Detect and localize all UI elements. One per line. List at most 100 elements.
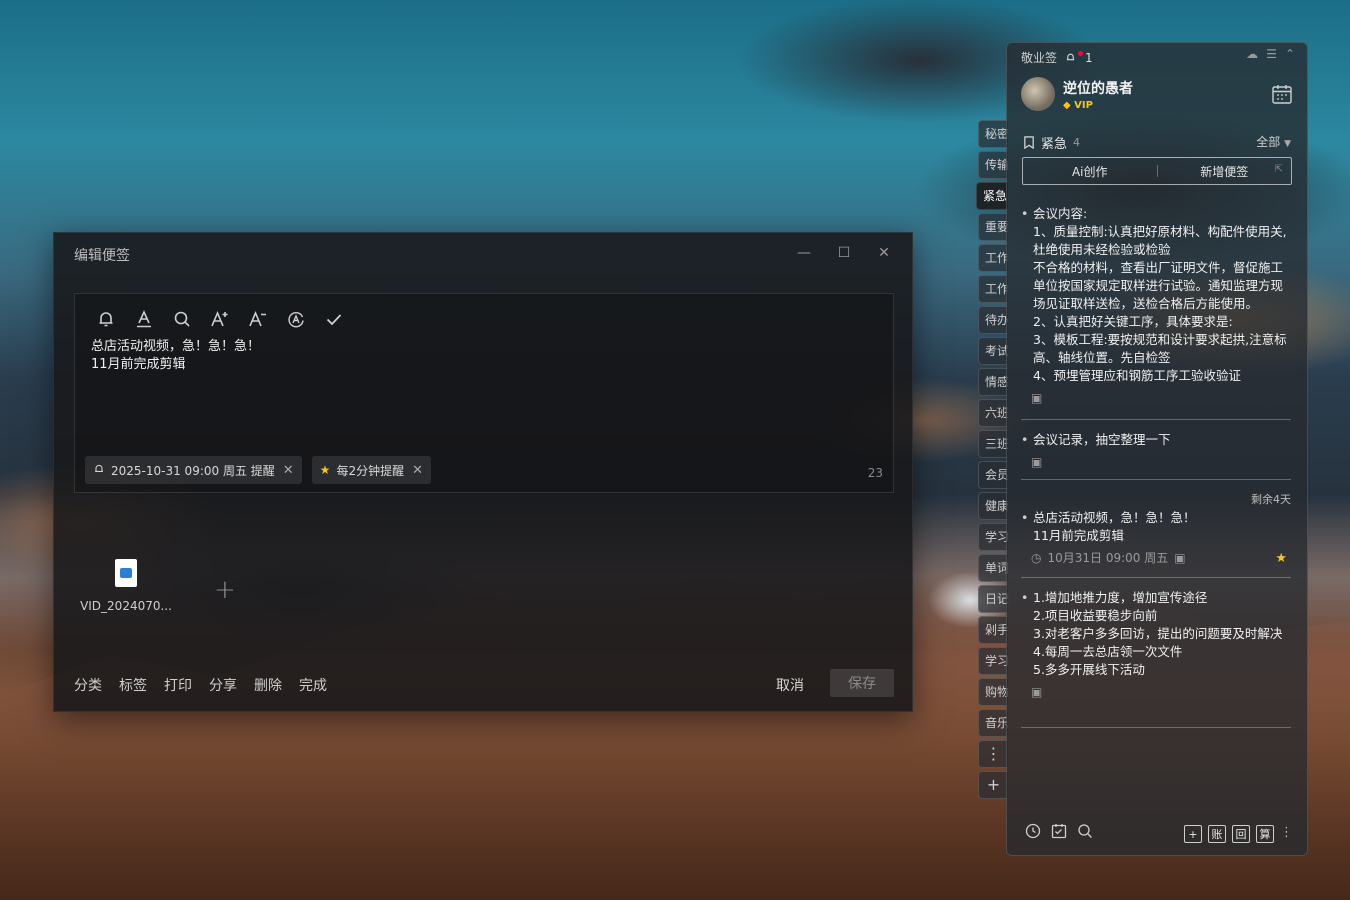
save-button[interactable]: 保存 (830, 669, 894, 697)
note-meta: ▣ (1021, 453, 1293, 471)
category-tab[interactable]: 六班 (978, 399, 1008, 427)
video-file-icon (115, 559, 137, 587)
note-content[interactable]: 总店活动视频，急！急！急！ 11月前完成剪辑 (91, 338, 260, 374)
cancel-button[interactable]: 取消 (776, 675, 804, 695)
note-lock-icon: ▣ (1174, 551, 1186, 565)
category-tab[interactable]: 单词 (978, 554, 1008, 582)
ai-text-icon[interactable] (283, 306, 309, 332)
search-icon[interactable] (169, 306, 195, 332)
category-tab[interactable]: 学习 (978, 523, 1008, 551)
caret-down-icon: ▼ (1284, 139, 1291, 149)
filter-label: 全部 (1256, 135, 1281, 149)
menu-icon[interactable]: ☰ (1266, 47, 1277, 61)
collapse-icon[interactable]: ⌃ (1285, 47, 1295, 61)
tag-button[interactable]: 标签 (119, 675, 147, 695)
ai-create-button[interactable]: Ai创作 (1023, 163, 1157, 180)
cloud-sync-icon[interactable]: ☁ (1246, 47, 1258, 61)
divider (1021, 577, 1291, 578)
category-button[interactable]: 分类 (74, 675, 102, 695)
divider (1021, 419, 1291, 420)
add-note-button[interactable]: + (1184, 825, 1202, 843)
edit-note-window: 编辑便签 — ☐ ✕ 总店活动视频，急！急！急！ 11月前完成剪辑 2025-1… (53, 232, 913, 712)
close-button[interactable]: ✕ (864, 241, 904, 265)
accounting-button[interactable]: 账 (1208, 825, 1226, 843)
font-decrease-icon[interactable] (245, 306, 271, 332)
attachment-item[interactable]: VID_2024070... (76, 559, 176, 613)
clock-icon[interactable] (1025, 823, 1041, 843)
note-chips: 2025-10-31 09:00 周五 提醒 ✕ ★ 每2分钟提醒 ✕ (85, 456, 431, 484)
filter-dropdown[interactable]: 全部 ▼ (1256, 133, 1291, 150)
category-tabs: 秘密 传输 紧急 重要 工作 工作 待办 考试 情感 六班 三班 会员 健康 学… (976, 120, 1008, 802)
check-icon[interactable] (321, 306, 347, 332)
divider (1021, 727, 1291, 728)
star-icon[interactable]: ★ (1275, 551, 1287, 566)
category-tab[interactable]: 待办 (978, 306, 1008, 334)
category-tab[interactable]: 购物 (978, 678, 1008, 706)
more-icon[interactable]: ⋮ (1280, 825, 1293, 843)
repeat-reminder-chip[interactable]: ★ 每2分钟提醒 ✕ (311, 456, 431, 484)
note-lock-icon: ▣ (1031, 685, 1043, 699)
add-attachment-button[interactable]: + (214, 575, 236, 605)
close-icon[interactable]: ✕ (412, 463, 423, 478)
delete-button[interactable]: 删除 (254, 675, 282, 695)
font-increase-icon[interactable] (207, 306, 233, 332)
category-tab[interactable]: 情感 (978, 368, 1008, 396)
note-editor[interactable]: 总店活动视频，急！急！急！ 11月前完成剪辑 2025-10-31 09:00 … (74, 293, 894, 493)
new-note-button[interactable]: 新增便签 (1158, 163, 1292, 180)
repeat-chip-label: 每2分钟提醒 (336, 463, 405, 478)
minimize-button[interactable]: — (784, 241, 824, 265)
note-item[interactable]: • 1.增加地推力度，增加宣传途径 2.项目收益要稳步向前 3.对老客户多多回访… (1021, 589, 1293, 701)
category-tab[interactable]: 音乐 (978, 709, 1008, 737)
note-item[interactable]: • 会议记录，抽空整理一下 ▣ (1021, 431, 1293, 471)
category-tab[interactable]: 会员 (978, 461, 1008, 489)
category-tab[interactable]: 考试 (978, 337, 1008, 365)
bottom-actions: 分类 标签 打印 分享 删除 完成 (74, 675, 327, 695)
maximize-button[interactable]: ☐ (824, 241, 864, 265)
calendar-icon[interactable] (1271, 83, 1293, 109)
note-item[interactable]: • 会议内容: 1、质量控制:认真把好原材料、构配件使用关,杜绝使用未经检验或检… (1021, 205, 1293, 407)
category-tab[interactable]: 工作 (978, 244, 1008, 272)
category-tab[interactable]: 健康 (978, 492, 1008, 520)
category-tab[interactable]: 工作 (978, 275, 1008, 303)
list-count: 4 (1073, 136, 1081, 149)
bullet: • (1021, 510, 1029, 525)
star-icon: ★ (319, 463, 331, 477)
search-icon[interactable] (1077, 823, 1093, 843)
close-icon[interactable]: ✕ (283, 463, 294, 478)
review-button[interactable]: 回 (1232, 825, 1250, 843)
print-button[interactable]: 打印 (164, 675, 192, 695)
list-header: 紧急 4 (1023, 133, 1080, 152)
category-tab[interactable]: 传输 (978, 151, 1008, 179)
checklist-icon[interactable] (1051, 823, 1067, 843)
sticky-notes-panel: 敬业签 1 ☁ ☰ ⌃ 逆位的愚者 ◆ VIP 紧急 4 全部 ▼ Ai创作 新… (1006, 42, 1308, 856)
category-tab[interactable]: 重要 (978, 213, 1008, 241)
add-category-button[interactable]: + (978, 771, 1008, 799)
category-tab[interactable]: 剁手 (978, 616, 1008, 644)
text-color-icon[interactable] (131, 306, 157, 332)
calculator-button[interactable]: 算 (1256, 825, 1274, 843)
panel-header-icons: ☁ ☰ ⌃ (1246, 47, 1295, 61)
app-name: 敬业签 (1021, 51, 1058, 65)
bell-icon[interactable] (93, 306, 119, 332)
category-tab[interactable]: 日记 (978, 585, 1008, 613)
share-button[interactable]: 分享 (209, 675, 237, 695)
avatar[interactable] (1021, 77, 1055, 111)
category-tab[interactable]: 秘密 (978, 120, 1008, 148)
notification-button[interactable]: 1 (1065, 51, 1093, 65)
notification-count: 1 (1085, 50, 1093, 65)
complete-button[interactable]: 完成 (299, 675, 327, 695)
category-tab[interactable]: 学习 (978, 647, 1008, 675)
bullet: • (1021, 590, 1029, 605)
category-tab-active[interactable]: 紧急 (976, 182, 1008, 210)
divider (1021, 479, 1291, 480)
note-lock-icon: ▣ (1031, 455, 1043, 469)
category-tab[interactable]: 三班 (978, 430, 1008, 458)
reminder-chip[interactable]: 2025-10-31 09:00 周五 提醒 ✕ (85, 456, 302, 484)
username: 逆位的愚者 (1063, 80, 1133, 97)
user-profile[interactable]: 逆位的愚者 ◆ VIP (1021, 77, 1133, 111)
bell-icon (93, 463, 105, 478)
note-text: 总店活动视频，急！急！急！ 11月前完成剪辑 (1033, 510, 1196, 543)
expand-icon[interactable]: ⇱ (1275, 164, 1283, 175)
more-categories-button[interactable]: ⋮ (978, 740, 1008, 768)
note-item[interactable]: • 总店活动视频，急！急！急！ 11月前完成剪辑 ◷ 10月31日 09:00 … (1021, 509, 1293, 567)
